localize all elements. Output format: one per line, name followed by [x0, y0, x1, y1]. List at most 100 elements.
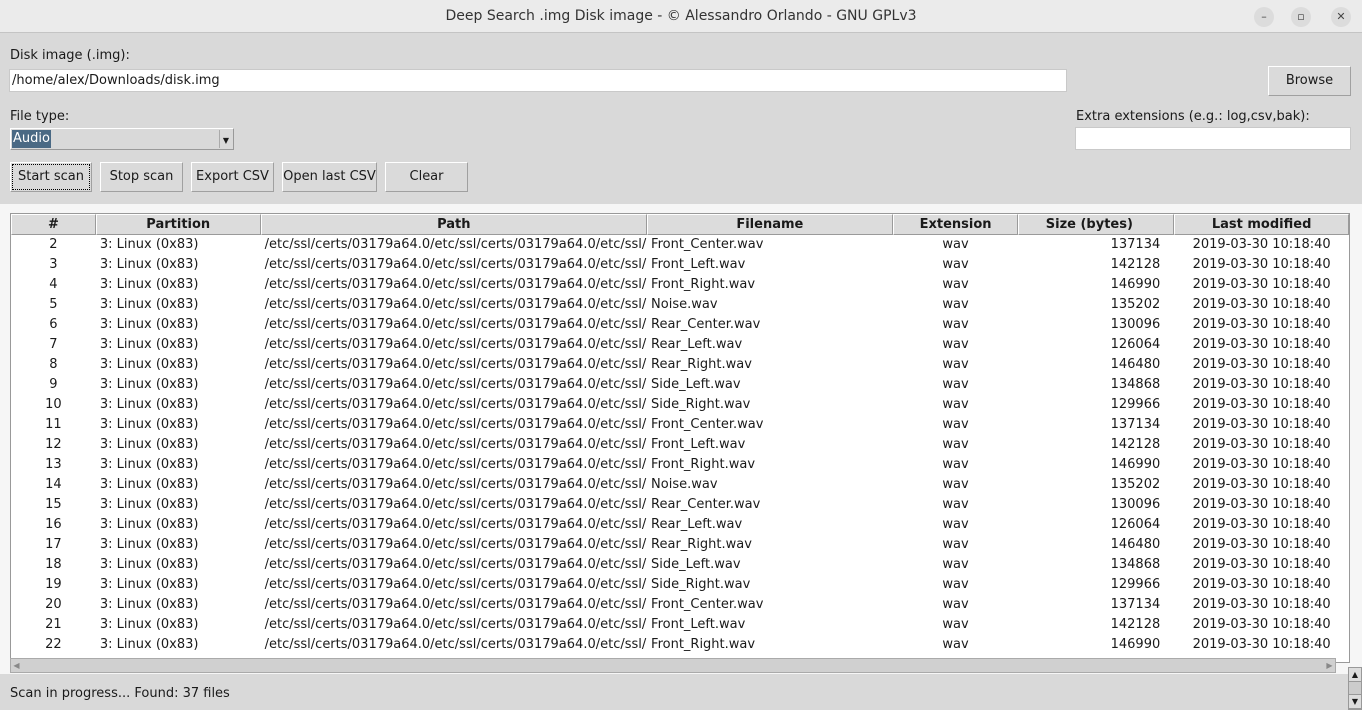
table-row[interactable]: 22 3: Linux (0x83) /etc/ssl/certs/03179a64…	[11, 635, 1349, 655]
scroll-up-icon[interactable]: ▲	[1349, 668, 1361, 682]
cell-extension: wav	[942, 237, 969, 252]
table-row[interactable]: 9 3: Linux (0x83) /etc/ssl/certs/03179a64.…	[11, 375, 1349, 395]
cell-partition: 3: Linux (0x83)	[99, 457, 199, 472]
cell-filename: Rear_Center.wav	[651, 497, 761, 512]
export-csv-button[interactable]: Export CSV	[191, 162, 274, 192]
cell-path: /etc/ssl/certs/03179a64.0/etc/ssl/certs/…	[264, 237, 647, 252]
cell-number: 6	[49, 317, 58, 332]
table-row[interactable]: 13 3: Linux (0x83) /etc/ssl/certs/03179a64…	[11, 455, 1349, 475]
cell-path: /etc/ssl/certs/03179a64.0/etc/ssl/certs/…	[264, 257, 647, 272]
header-col-last-modified[interactable]: Last modified	[1174, 214, 1349, 235]
table-row[interactable]: 5 3: Linux (0x83) /etc/ssl/certs/03179a64.…	[11, 295, 1349, 315]
stop-scan-button[interactable]: Stop scan	[100, 162, 183, 192]
cell-partition: 3: Linux (0x83)	[99, 337, 199, 352]
cell-extension: wav	[942, 557, 969, 572]
table-row[interactable]: 15 3: Linux (0x83) /etc/ssl/certs/03179a64…	[11, 495, 1349, 515]
table-row[interactable]: 14 3: Linux (0x83) /etc/ssl/certs/03179a64…	[11, 475, 1349, 495]
cell-last-modified: 2019-03-30 10:18:40	[1192, 557, 1331, 572]
cell-partition: 3: Linux (0x83)	[99, 557, 199, 572]
table-row[interactable]: 16 3: Linux (0x83) /etc/ssl/certs/03179a64…	[11, 515, 1349, 535]
table-row[interactable]: 21 3: Linux (0x83) /etc/ssl/certs/03179a64…	[11, 615, 1349, 635]
header-col-extension[interactable]: Extension	[892, 214, 1019, 235]
table-row[interactable]: 20 3: Linux (0x83) /etc/ssl/certs/03179a64…	[11, 595, 1349, 615]
cell-partition: 3: Linux (0x83)	[99, 517, 199, 532]
cell-number: 12	[45, 437, 62, 452]
cell-last-modified: 2019-03-30 10:18:40	[1192, 537, 1331, 552]
cell-path: /etc/ssl/certs/03179a64.0/etc/ssl/certs/…	[264, 597, 647, 612]
table-row[interactable]: 18 3: Linux (0x83) /etc/ssl/certs/03179a64…	[11, 555, 1349, 575]
cell-extension: wav	[942, 277, 969, 292]
browse-button[interactable]: Browse	[1268, 66, 1351, 96]
cell-number: 2	[49, 237, 58, 252]
vertical-scrollbar[interactable]: ▲ ▼	[1348, 667, 1362, 710]
cell-last-modified: 2019-03-30 10:18:40	[1192, 237, 1331, 252]
table-body: 2 3: Linux (0x83) /etc/ssl/certs/03179a64.…	[11, 235, 1349, 655]
table-row[interactable]: 10 3: Linux (0x83) /etc/ssl/certs/03179a64…	[11, 395, 1349, 415]
cell-last-modified: 2019-03-30 10:18:40	[1192, 437, 1331, 452]
cell-size: 137134	[1110, 237, 1161, 252]
table-row[interactable]: 6 3: Linux (0x83) /etc/ssl/certs/03179a64.…	[11, 315, 1349, 335]
cell-path: /etc/ssl/certs/03179a64.0/etc/ssl/certs/…	[264, 277, 647, 292]
file-type-label: File type:	[10, 109, 70, 124]
cell-extension: wav	[942, 637, 969, 652]
cell-filename: Rear_Left.wav	[651, 517, 743, 532]
clear-button[interactable]: Clear	[385, 162, 468, 192]
results-table[interactable]: # Partition Path Filename Extension Size (byt…	[10, 213, 1350, 663]
cell-number: 7	[49, 337, 58, 352]
table-row[interactable]: 12 3: Linux (0x83) /etc/ssl/certs/03179a64…	[11, 435, 1349, 455]
table-row[interactable]: 17 3: Linux (0x83) /etc/ssl/certs/03179a64…	[11, 535, 1349, 555]
cell-number: 13	[45, 457, 62, 472]
header-col-filename[interactable]: Filename	[647, 214, 893, 235]
cell-filename: Side_Right.wav	[651, 577, 751, 592]
table-row[interactable]: 2 3: Linux (0x83) /etc/ssl/certs/03179a64.…	[11, 235, 1349, 255]
chevron-down-icon[interactable]: ▼	[219, 130, 232, 148]
cell-partition: 3: Linux (0x83)	[99, 617, 199, 632]
cell-path: /etc/ssl/certs/03179a64.0/etc/ssl/certs/…	[264, 577, 647, 592]
scroll-down-icon[interactable]: ▼	[1349, 695, 1361, 709]
cell-last-modified: 2019-03-30 10:18:40	[1192, 417, 1331, 432]
header-col-number[interactable]: #	[11, 214, 96, 235]
scroll-right-icon[interactable]: ▶	[1324, 659, 1335, 672]
header-col-size[interactable]: Size (bytes)	[1018, 214, 1175, 235]
table-row[interactable]: 3 3: Linux (0x83) /etc/ssl/certs/03179a64.…	[11, 255, 1349, 275]
cell-last-modified: 2019-03-30 10:18:40	[1192, 257, 1331, 272]
minimize-icon[interactable]: –	[1254, 7, 1274, 27]
cell-path: /etc/ssl/certs/03179a64.0/etc/ssl/certs/…	[264, 517, 647, 532]
horizontal-scrollbar[interactable]: ◀ ▶	[10, 658, 1336, 673]
cell-number: 21	[45, 617, 62, 632]
disk-image-input[interactable]: /home/alex/Downloads/disk.img	[9, 69, 1067, 92]
cell-path: /etc/ssl/certs/03179a64.0/etc/ssl/certs/…	[264, 477, 647, 492]
maximize-icon[interactable]: ▫	[1291, 7, 1311, 27]
cell-last-modified: 2019-03-30 10:18:40	[1192, 517, 1331, 532]
cell-last-modified: 2019-03-30 10:18:40	[1192, 477, 1331, 492]
cell-number: 5	[49, 297, 58, 312]
close-icon[interactable]: ✕	[1331, 7, 1351, 27]
cell-filename: Front_Right.wav	[651, 277, 756, 292]
cell-partition: 3: Linux (0x83)	[99, 497, 199, 512]
cell-extension: wav	[942, 337, 969, 352]
cell-filename: Rear_Right.wav	[651, 357, 752, 372]
start-scan-button[interactable]: Start scan	[10, 162, 92, 192]
cell-number: 3	[49, 257, 58, 272]
scroll-thumb[interactable]	[1349, 682, 1361, 695]
header-col-path[interactable]: Path	[260, 214, 648, 235]
table-row[interactable]: 19 3: Linux (0x83) /etc/ssl/certs/03179a64…	[11, 575, 1349, 595]
extra-extensions-input[interactable]	[1075, 127, 1351, 150]
cell-path: /etc/ssl/certs/03179a64.0/etc/ssl/certs/…	[264, 557, 647, 572]
cell-number: 9	[49, 377, 58, 392]
table-row[interactable]: 8 3: Linux (0x83) /etc/ssl/certs/03179a64.…	[11, 355, 1349, 375]
cell-number: 14	[45, 477, 62, 492]
table-row[interactable]: 7 3: Linux (0x83) /etc/ssl/certs/03179a64.…	[11, 335, 1349, 355]
cell-path: /etc/ssl/certs/03179a64.0/etc/ssl/certs/…	[264, 377, 647, 392]
header-col-partition[interactable]: Partition	[95, 214, 261, 235]
cell-number: 20	[45, 597, 62, 612]
table-row[interactable]: 11 3: Linux (0x83) /etc/ssl/certs/03179a64…	[11, 415, 1349, 435]
scroll-left-icon[interactable]: ◀	[11, 659, 22, 672]
cell-extension: wav	[942, 537, 969, 552]
cell-path: /etc/ssl/certs/03179a64.0/etc/ssl/certs/…	[264, 317, 647, 332]
cell-path: /etc/ssl/certs/03179a64.0/etc/ssl/certs/…	[264, 297, 647, 312]
cell-extension: wav	[942, 257, 969, 272]
file-type-select[interactable]: Audio ▼	[10, 128, 234, 150]
open-last-csv-button[interactable]: Open last CSV	[282, 162, 377, 192]
table-row[interactable]: 4 3: Linux (0x83) /etc/ssl/certs/03179a64.…	[11, 275, 1349, 295]
